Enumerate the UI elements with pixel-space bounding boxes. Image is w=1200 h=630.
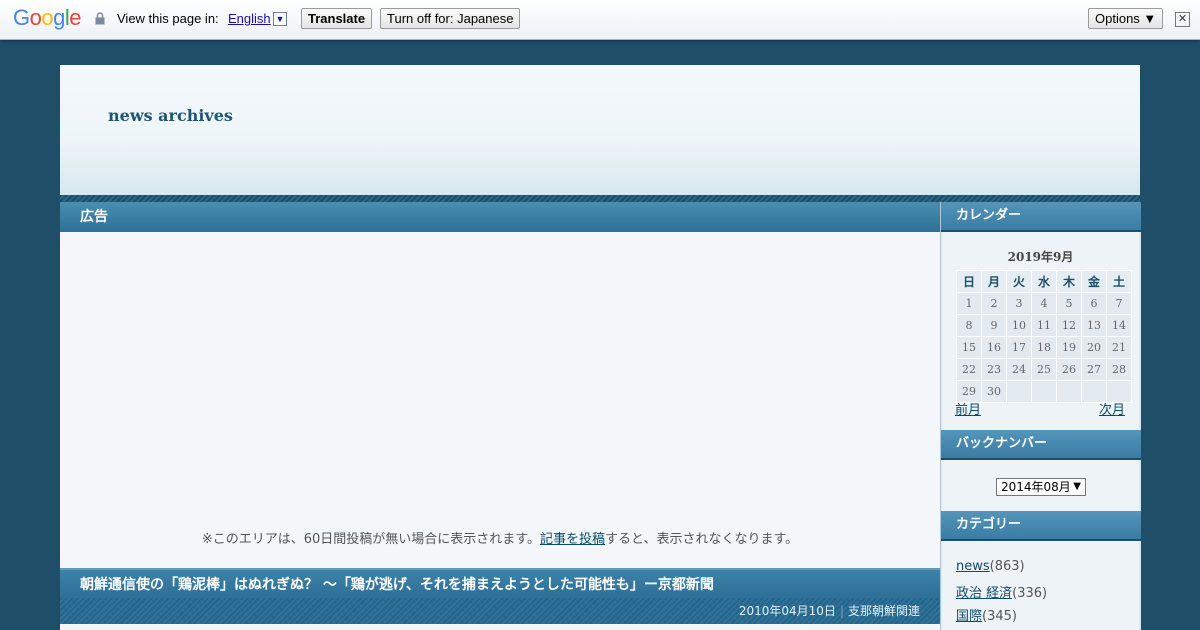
- calendar-prev-link[interactable]: 前月: [955, 399, 981, 418]
- calendar-day: 8: [956, 314, 982, 337]
- calendar-day: 2: [981, 292, 1007, 315]
- calendar-day: 10: [1006, 314, 1032, 337]
- backnumber-selected: 2014年08月: [1001, 480, 1071, 494]
- calendar-day: 12: [1056, 314, 1082, 337]
- category-count: (336): [1012, 586, 1048, 601]
- category-link[interactable]: news: [956, 559, 990, 574]
- category-item: news(863): [956, 559, 1025, 574]
- backnumber-select[interactable]: 2014年08月 ▼: [996, 478, 1086, 496]
- translate-bar: Google View this page in: English ▼ Tran…: [0, 0, 1200, 40]
- post-category[interactable]: 支那朝鮮関連: [848, 604, 920, 618]
- calendar-weekday: 日: [956, 270, 982, 293]
- language-link[interactable]: English: [228, 11, 271, 26]
- calendar-day: 5: [1056, 292, 1082, 315]
- calendar-day: 1: [956, 292, 982, 315]
- calendar-day: 28: [1106, 358, 1132, 381]
- category-count: (345): [982, 609, 1017, 624]
- close-icon[interactable]: ✕: [1175, 12, 1190, 27]
- calendar-day: 21: [1106, 336, 1132, 359]
- calendar-day: 14: [1106, 314, 1132, 337]
- calendar-caption: 2019年9月: [1007, 250, 1074, 264]
- sidebar: カレンダー 2019年9月 日月火水木金土 1 2 3 4 5 6 7 8 9 10 11 12 13 14…: [940, 202, 1141, 630]
- post-date: 2010年04月10日: [738, 604, 836, 618]
- logo-letter: G: [13, 5, 30, 30]
- category-item: 国際(345): [956, 605, 1017, 624]
- calendar-day: 15: [956, 336, 982, 359]
- ad-note-text-end: すると、表示されなくなります。: [604, 532, 799, 547]
- calendar-weekday: 火: [1006, 270, 1032, 293]
- google-logo: Google: [13, 5, 82, 31]
- calendar-day: 6: [1081, 292, 1107, 315]
- logo-letter: o: [29, 5, 42, 30]
- calendar-day: 26: [1056, 358, 1082, 381]
- meta-separator: |: [839, 604, 844, 618]
- logo-letter: g: [53, 5, 65, 30]
- calendar-day: 16: [981, 336, 1007, 359]
- calendar-day: 9: [981, 314, 1007, 337]
- site-title[interactable]: news archives: [108, 106, 233, 125]
- calendar-day: 4: [1031, 292, 1057, 315]
- translate-button[interactable]: Translate: [301, 8, 373, 29]
- post-meta: 2010年04月10日 | 支那朝鮮関連: [60, 598, 940, 624]
- calendar-day: 13: [1081, 314, 1107, 337]
- calendar-day: 22: [956, 358, 982, 381]
- post-title[interactable]: 朝鮮通信使の「鶏泥棒」はぬれぎぬ？ ～「鶏が逃げ、それを捕まえようとした可能性も…: [60, 568, 940, 598]
- category-item: 政治 経済(336): [956, 582, 1047, 601]
- calendar-weekday: 金: [1081, 270, 1107, 293]
- calendar-day: 23: [981, 358, 1007, 381]
- calendar-day: 11: [1031, 314, 1057, 337]
- calendar-day: 18: [1031, 336, 1057, 359]
- calendar-day: 25: [1031, 358, 1057, 381]
- calendar-day: [1056, 380, 1082, 403]
- post-article-link[interactable]: 記事を投稿: [540, 532, 605, 547]
- logo-letter: o: [41, 5, 54, 30]
- view-in-label: View this page in:: [117, 11, 219, 26]
- lock-icon: [95, 12, 105, 25]
- calendar-day: 17: [1006, 336, 1032, 359]
- calendar-table: 日月火水木金土 1 2 3 4 5 6 7 8 9 10 11 12 13 14 15 16 17 18 19 20 21…: [956, 270, 1132, 403]
- calendar-day: [1006, 380, 1032, 403]
- calendar-day: [1031, 380, 1057, 403]
- calendar-weekday: 土: [1106, 270, 1132, 293]
- calendar-weekday: 水: [1031, 270, 1057, 293]
- language-dropdown-icon[interactable]: ▼: [273, 12, 287, 26]
- calendar-heading: カレンダー: [941, 202, 1141, 232]
- category-link[interactable]: 国際: [956, 609, 982, 624]
- category-link[interactable]: 政治 経済: [956, 586, 1012, 601]
- calendar-day: 27: [1081, 358, 1107, 381]
- calendar-day: 3: [1006, 292, 1032, 315]
- site-header: news archives: [60, 65, 1140, 195]
- main-column: 広告 ※このエリアは、60日間投稿が無い場合に表示されます。記事を投稿すると、表…: [60, 202, 940, 630]
- backnumber-heading: バックナンバー: [941, 430, 1141, 460]
- calendar-day: 24: [1006, 358, 1032, 381]
- header-divider: [60, 195, 1140, 202]
- calendar-day: 20: [1081, 336, 1107, 359]
- chevron-down-icon: ▼: [1073, 481, 1081, 492]
- calendar-day: 30: [981, 380, 1007, 403]
- options-button[interactable]: Options ▼: [1088, 8, 1164, 29]
- category-count: (863): [989, 559, 1025, 574]
- ad-heading: 広告: [60, 202, 940, 232]
- category-heading: カテゴリー: [941, 511, 1141, 541]
- calendar-day: 7: [1106, 292, 1132, 315]
- calendar-weekday: 月: [981, 270, 1007, 293]
- calendar-day: 19: [1056, 336, 1082, 359]
- logo-letter: e: [69, 5, 82, 30]
- turn-off-button[interactable]: Turn off for: Japanese: [380, 8, 521, 29]
- ad-note: ※このエリアは、60日間投稿が無い場合に表示されます。記事を投稿すると、表示され…: [60, 528, 940, 547]
- calendar-next-link[interactable]: 次月: [1099, 399, 1125, 418]
- ad-note-text: ※このエリアは、60日間投稿が無い場合に表示されます。: [201, 532, 540, 547]
- calendar-weekday: 木: [1056, 270, 1082, 293]
